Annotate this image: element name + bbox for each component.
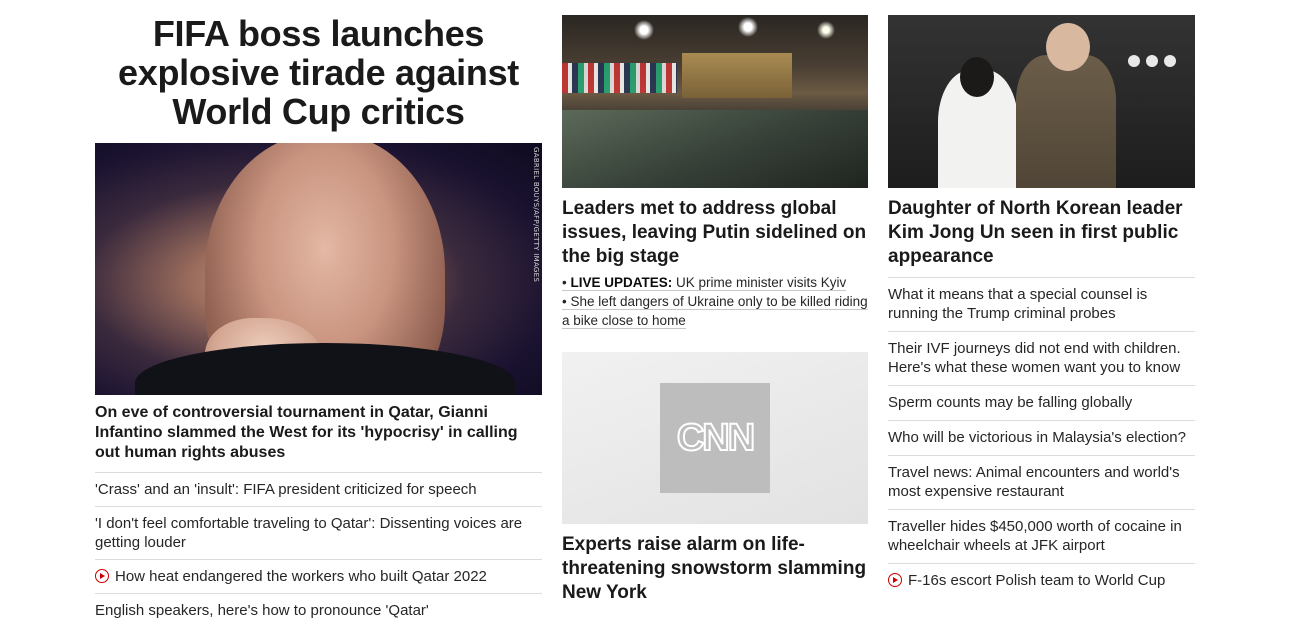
- image-figure-man: [1016, 55, 1116, 188]
- flags-row: [562, 63, 677, 93]
- conference-table: [562, 110, 868, 188]
- live-updates-text: UK prime minister visits Kyiv: [676, 275, 847, 290]
- related-link-text: 'Crass' and an 'insult': FIFA president …: [95, 481, 477, 498]
- lead-story-summary[interactable]: On eve of controversial tournament in Qa…: [95, 403, 542, 473]
- related-link[interactable]: Travel news: Animal encounters and world…: [888, 456, 1195, 510]
- image-figure-girl-head: [960, 57, 994, 97]
- related-link[interactable]: 'I don't feel comfortable traveling to Q…: [95, 507, 542, 560]
- summit-image[interactable]: [562, 15, 868, 188]
- related-link-text: What it means that a special counsel is …: [888, 286, 1148, 322]
- chandelier-lights: [592, 15, 852, 45]
- left-related-links: 'Crass' and an 'insult': FIFA president …: [95, 473, 542, 627]
- cnn-logo: CNN: [676, 416, 756, 460]
- ukraine-story-line: • She left dangers of Ukraine only to be…: [562, 294, 868, 329]
- related-link[interactable]: Their IVF journeys did not end with chil…: [888, 332, 1195, 386]
- related-link[interactable]: How heat endangered the workers who buil…: [95, 560, 542, 594]
- live-updates-line: • LIVE UPDATES: UK prime minister visits…: [562, 275, 847, 291]
- related-link-text: English speakers, here's how to pronounc…: [95, 602, 429, 619]
- cnn-logo-box: CNN: [660, 383, 770, 493]
- ukraine-story-link[interactable]: • She left dangers of Ukraine only to be…: [562, 292, 868, 330]
- stage-backdrop: [682, 53, 792, 98]
- related-link-text: 'I don't feel comfortable traveling to Q…: [95, 515, 523, 551]
- background-light: [1128, 55, 1140, 67]
- cnn-placeholder-image[interactable]: CNN: [562, 352, 868, 524]
- image-figure-man-head: [1046, 23, 1090, 71]
- right-related-links: What it means that a special counsel is …: [888, 278, 1195, 598]
- related-link-text: How heat endangered the workers who buil…: [115, 568, 487, 585]
- live-updates-label: LIVE UPDATES:: [570, 275, 673, 290]
- hero-image-suit: [135, 343, 515, 395]
- related-link-text: Sperm counts may be falling globally: [888, 394, 1133, 411]
- snowstorm-headline[interactable]: Experts raise alarm on life-threatening …: [562, 533, 868, 605]
- related-link[interactable]: Who will be victorious in Malaysia's ele…: [888, 421, 1195, 456]
- related-link[interactable]: F-16s escort Polish team to World Cup: [888, 564, 1195, 598]
- ukraine-story-text: She left dangers of Ukraine only to be k…: [562, 294, 868, 328]
- summit-sub-links: • LIVE UPDATES: UK prime minister visits…: [562, 273, 868, 330]
- related-link-text: Traveller hides $450,000 worth of cocain…: [888, 518, 1182, 554]
- related-link[interactable]: English speakers, here's how to pronounc…: [95, 594, 542, 627]
- related-link-text: F-16s escort Polish team to World Cup: [908, 572, 1166, 589]
- background-light: [1146, 55, 1158, 67]
- related-link-text: Travel news: Animal encounters and world…: [888, 464, 1180, 500]
- related-link[interactable]: Traveller hides $450,000 worth of cocain…: [888, 510, 1195, 564]
- related-link[interactable]: Sperm counts may be falling globally: [888, 386, 1195, 421]
- middle-column: Leaders met to address global issues, le…: [562, 0, 868, 605]
- hero-image-infantino[interactable]: GABRIEL BOUYS/AFP/GETTY IMAGES: [95, 143, 542, 395]
- live-updates-link[interactable]: • LIVE UPDATES: UK prime minister visits…: [562, 273, 868, 292]
- play-video-icon: [95, 569, 109, 583]
- left-column: FIFA boss launches explosive tirade agai…: [95, 0, 542, 627]
- main-headline[interactable]: FIFA boss launches explosive tirade agai…: [95, 0, 542, 131]
- summit-headline[interactable]: Leaders met to address global issues, le…: [562, 197, 868, 269]
- related-link[interactable]: What it means that a special counsel is …: [888, 278, 1195, 332]
- related-link[interactable]: 'Crass' and an 'insult': FIFA president …: [95, 473, 542, 507]
- north-korea-image[interactable]: [888, 15, 1195, 188]
- background-light: [1164, 55, 1176, 67]
- north-korea-headline[interactable]: Daughter of North Korean leader Kim Jong…: [888, 197, 1195, 278]
- image-credit: GABRIEL BOUYS/AFP/GETTY IMAGES: [532, 147, 540, 283]
- play-video-icon: [888, 573, 902, 587]
- right-column: Daughter of North Korean leader Kim Jong…: [888, 0, 1195, 598]
- related-link-text: Their IVF journeys did not end with chil…: [888, 340, 1181, 376]
- related-link-text: Who will be victorious in Malaysia's ele…: [888, 429, 1186, 446]
